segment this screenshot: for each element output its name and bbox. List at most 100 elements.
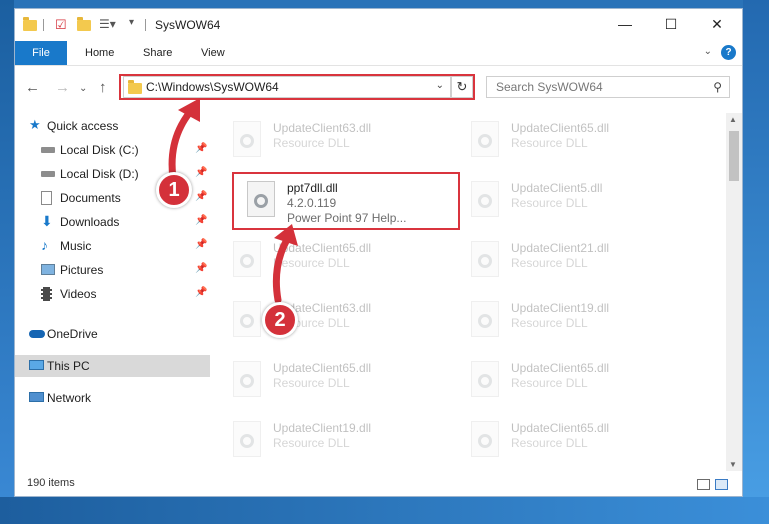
file-highlight-box	[232, 172, 460, 230]
dll-file-icon	[233, 241, 261, 277]
cloud-icon	[29, 330, 45, 338]
sidebar-item-videos[interactable]: Videos 📌	[15, 283, 210, 305]
sidebar-item-label: Quick access	[47, 119, 119, 133]
pin-icon[interactable]: 📌	[195, 191, 207, 202]
pin-icon[interactable]: 📌	[195, 215, 207, 226]
file-tile[interactable]: UpdateClient19.dll Resource DLL	[223, 417, 451, 467]
file-type: Resource DLL	[511, 316, 588, 330]
title-bar: ☑ ☰▾ ▾ SysWOW64 — ☐ ✕	[15, 9, 742, 41]
pin-icon[interactable]: 📌	[195, 143, 207, 154]
sidebar-item-label: Local Disk (C:)	[60, 143, 139, 157]
sidebar-item-music[interactable]: ♪ Music 📌	[15, 235, 210, 257]
file-tile[interactable]: UpdateClient65.dll Resource DLL	[461, 117, 689, 167]
sidebar-item-label: Downloads	[60, 215, 120, 229]
dll-file-icon	[233, 121, 261, 157]
tab-share[interactable]: Share	[143, 47, 172, 59]
sidebar-item-label: Pictures	[60, 263, 104, 277]
sidebar-item-downloads[interactable]: ⬇ Downloads 📌	[15, 211, 210, 233]
recent-locations-icon[interactable]: ⌄	[79, 83, 87, 94]
back-arrow-icon[interactable]: ←	[25, 79, 40, 96]
scroll-up-icon[interactable]: ▲	[729, 115, 737, 124]
computer-icon	[29, 360, 44, 370]
ribbon: File Home Share View ⌄ ?	[15, 41, 742, 66]
close-button[interactable]: ✕	[694, 9, 740, 39]
rename-icon[interactable]: ☰▾	[99, 17, 116, 33]
file-tile[interactable]: UpdateClient63.dll Resource DLL	[223, 117, 451, 167]
sidebar-item-label: Documents	[60, 191, 121, 205]
up-arrow-icon[interactable]: ↑	[99, 79, 107, 96]
sidebar-item-local-disk-c[interactable]: Local Disk (C:) 📌	[15, 139, 210, 161]
window-title: SysWOW64	[155, 18, 221, 32]
dll-file-icon	[233, 361, 261, 397]
sidebar-item-network[interactable]: Network	[15, 387, 210, 409]
drive-icon	[41, 171, 55, 177]
pin-icon[interactable]: 📌	[195, 239, 207, 250]
file-type: Resource DLL	[273, 376, 350, 390]
file-tile[interactable]: UpdateClient65.dll Resource DLL	[461, 417, 689, 467]
step-1-badge: 1	[156, 172, 192, 208]
sidebar-item-label: Local Disk (D:)	[60, 167, 139, 181]
file-name: UpdateClient65.dll	[511, 421, 610, 435]
file-name: UpdateClient65.dll	[273, 241, 372, 255]
step-2-badge: 2	[262, 302, 298, 338]
file-type: Resource DLL	[273, 256, 350, 270]
dll-file-icon	[471, 241, 499, 277]
file-name: UpdateClient65.dll	[273, 361, 372, 375]
sidebar-item-onedrive[interactable]: OneDrive	[15, 323, 210, 345]
file-name: UpdateClient21.dll	[511, 241, 610, 255]
dll-file-icon	[471, 421, 499, 457]
sidebar-item-quick-access[interactable]: ★ Quick access	[15, 115, 210, 137]
minimize-button[interactable]: —	[602, 9, 648, 39]
divider	[145, 19, 146, 31]
dll-file-icon	[471, 121, 499, 157]
pictures-icon	[41, 264, 55, 275]
file-tile[interactable]: UpdateClient19.dll Resource DLL	[461, 297, 689, 347]
properties-icon[interactable]: ☑	[55, 17, 67, 33]
search-input[interactable]: Search SysWOW64 ⚲	[486, 76, 730, 98]
expand-ribbon-icon[interactable]: ⌄	[704, 46, 712, 57]
scroll-down-icon[interactable]: ▼	[729, 460, 737, 469]
file-tile[interactable]: UpdateClient5.dll Resource DLL	[461, 177, 689, 227]
file-type: Resource DLL	[511, 136, 588, 150]
file-tile[interactable]: UpdateClient65.dll Resource DLL	[223, 357, 451, 407]
maximize-button[interactable]: ☐	[648, 9, 694, 39]
star-icon: ★	[29, 117, 41, 132]
forward-arrow-icon[interactable]: →	[55, 79, 70, 96]
file-type: Resource DLL	[511, 376, 588, 390]
vertical-scrollbar[interactable]: ▲ ▼	[726, 113, 742, 471]
navigation-pane: ★ Quick access Local Disk (C:) 📌 Local D…	[15, 113, 210, 473]
scroll-thumb[interactable]	[729, 131, 739, 181]
music-icon: ♪	[41, 237, 48, 253]
desktop-background-bottom	[0, 497, 769, 524]
dll-file-icon	[233, 301, 261, 337]
pin-icon[interactable]: 📌	[195, 287, 207, 298]
file-tile[interactable]: UpdateClient21.dll Resource DLL	[461, 237, 689, 287]
item-count: 190 items	[27, 477, 75, 489]
file-type: Resource DLL	[511, 196, 588, 210]
pin-icon[interactable]: 📌	[195, 263, 207, 274]
sidebar-item-label: OneDrive	[47, 327, 98, 341]
sidebar-item-label: Videos	[60, 287, 97, 301]
search-placeholder: Search SysWOW64	[496, 80, 603, 94]
sidebar-item-label: This PC	[47, 359, 90, 373]
file-tile[interactable]: UpdateClient63.dll Resource DLL	[223, 297, 451, 347]
address-highlight-box	[119, 74, 475, 100]
file-tile[interactable]: UpdateClient65.dll Resource DLL	[461, 357, 689, 407]
tab-file[interactable]: File	[15, 41, 67, 65]
pin-icon[interactable]: 📌	[195, 167, 207, 178]
file-type: Resource DLL	[511, 256, 588, 270]
drive-icon	[41, 147, 55, 153]
details-view-icon[interactable]	[697, 479, 710, 490]
file-name: UpdateClient19.dll	[511, 301, 610, 315]
desktop-background-right	[743, 0, 769, 524]
sidebar-item-pictures[interactable]: Pictures 📌	[15, 259, 210, 281]
tab-view[interactable]: View	[201, 47, 225, 59]
help-icon[interactable]: ?	[721, 45, 736, 60]
file-tile[interactable]: UpdateClient65.dll Resource DLL	[223, 237, 451, 287]
large-icons-view-icon[interactable]	[715, 479, 728, 490]
dll-file-icon	[233, 421, 261, 457]
customize-quick-access-icon[interactable]: ▾	[129, 17, 134, 33]
tab-home[interactable]: Home	[85, 47, 114, 59]
sidebar-item-this-pc[interactable]: This PC	[15, 355, 210, 377]
search-icon: ⚲	[713, 80, 722, 94]
